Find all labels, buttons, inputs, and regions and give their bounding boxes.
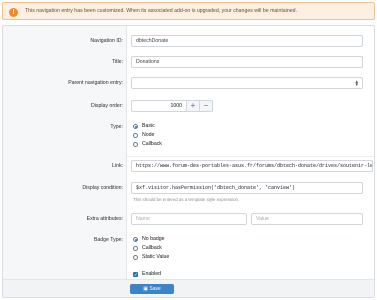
floppy-disk-icon: ▣ xyxy=(143,286,148,292)
radio-icon xyxy=(133,236,138,242)
attribute-value-input[interactable]: Value xyxy=(251,213,363,225)
form-footer: ▣ Save xyxy=(3,279,374,297)
radio-icon xyxy=(133,254,138,260)
type-option-node[interactable]: Node xyxy=(133,131,154,139)
save-button[interactable]: ▣ Save xyxy=(130,284,174,294)
display-order-label: Display order: xyxy=(90,103,123,109)
enabled-checkbox[interactable]: ✓ Enabled xyxy=(133,270,161,278)
badge-option-label: Static Value xyxy=(142,254,170,260)
badge-option-none[interactable]: No badge xyxy=(133,235,165,243)
badge-option-label: Callback xyxy=(142,245,162,251)
display-condition-hint: This should be entered as a template sty… xyxy=(133,197,240,202)
type-option-label: Node xyxy=(142,132,155,138)
display-condition-field[interactable]: $xf.visitor.hasPermission('dbtech_donate… xyxy=(131,182,363,194)
display-order-field[interactable]: 1000 xyxy=(131,100,187,112)
navigation-edit-form: Navigation ID: dbtechDonate Title: Donat… xyxy=(2,25,375,298)
navigation-id-field[interactable]: dbtechDonate xyxy=(131,35,363,47)
select-arrows-icon: ▲ ▼ xyxy=(354,79,359,87)
enabled-label: Enabled xyxy=(142,271,162,277)
link-label: Link: xyxy=(112,163,123,169)
type-label: Type: xyxy=(110,124,123,130)
title-field[interactable]: Donations xyxy=(131,56,363,68)
title-label: Title: xyxy=(111,59,123,65)
badge-option-static[interactable]: Static Value xyxy=(133,253,169,261)
decrement-button[interactable]: − xyxy=(199,100,213,112)
badge-option-callback[interactable]: Callback xyxy=(133,244,162,252)
extra-attributes-label: Extra attributes: xyxy=(86,216,123,222)
parent-entry-select[interactable]: ▲ ▼ xyxy=(131,77,363,89)
save-label: Save xyxy=(149,286,161,292)
divider xyxy=(127,156,374,157)
customization-notice: ! This navigation entry has been customi… xyxy=(2,2,375,20)
type-option-label: Basic xyxy=(142,123,155,129)
display-condition-label: Display condition: xyxy=(82,185,123,191)
badge-type-label: Badge Type: xyxy=(93,237,123,243)
radio-icon xyxy=(133,123,138,129)
type-option-callback[interactable]: Callback xyxy=(133,140,162,148)
radio-icon xyxy=(133,245,138,251)
parent-entry-label: Parent navigation entry: xyxy=(68,80,123,86)
type-option-label: Callback xyxy=(142,141,162,147)
type-option-basic[interactable]: Basic xyxy=(133,122,155,130)
warning-icon: ! xyxy=(9,8,18,17)
checkmark-icon: ✓ xyxy=(133,271,138,277)
navigation-id-label: Navigation ID: xyxy=(90,38,123,44)
link-field[interactable]: https://www.forum-des-portables-asus.fr/… xyxy=(131,160,373,172)
radio-icon xyxy=(133,141,138,147)
notice-text: This navigation entry has been customize… xyxy=(25,8,297,14)
radio-icon xyxy=(133,132,138,138)
increment-button[interactable]: + xyxy=(186,100,200,112)
badge-option-label: No badge xyxy=(142,236,165,242)
attribute-name-input[interactable]: Name xyxy=(131,213,247,225)
